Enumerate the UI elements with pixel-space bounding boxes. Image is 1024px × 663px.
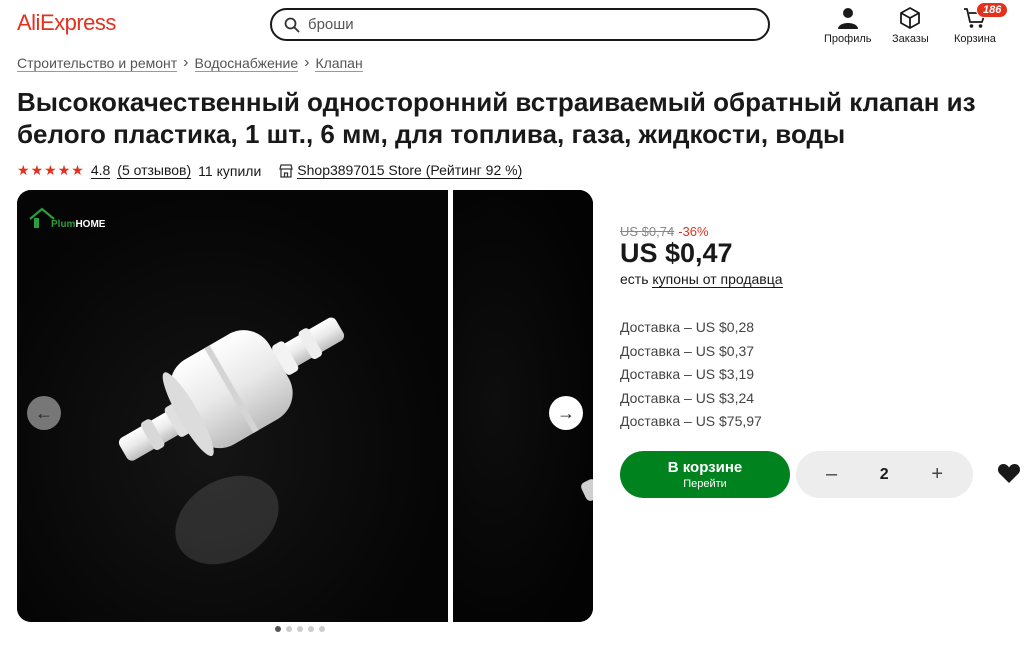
delivery-option[interactable]: Доставка – US $0,37: [620, 340, 762, 364]
store-icon: [279, 163, 294, 178]
orders-link[interactable]: Заказы: [892, 6, 929, 45]
valve-product-image: [118, 317, 345, 565]
sold-count: 11 купили: [198, 162, 262, 179]
product-gallery[interactable]: PlumHOME ← →: [17, 190, 593, 622]
breadcrumb-item-valve[interactable]: Клапан: [315, 55, 363, 72]
orders-label: Заказы: [892, 33, 929, 45]
current-price: US $0,47: [620, 238, 733, 268]
gallery-dot-4[interactable]: [308, 626, 314, 632]
gallery-main-image[interactable]: PlumHOME: [17, 190, 448, 622]
in-cart-button[interactable]: В корзине Перейти: [620, 451, 790, 498]
old-price-row: US $0,74 -36%: [620, 224, 709, 239]
old-price: US $0,74: [620, 224, 675, 239]
rating-value[interactable]: 4.8: [90, 162, 111, 179]
go-to-cart-label: Перейти: [683, 478, 727, 490]
star-icon: ★: [44, 162, 58, 178]
breadcrumb-item-water-supply[interactable]: Водоснабжение: [194, 55, 299, 72]
coupon-row: есть купоны от продавца: [620, 271, 783, 288]
star-icon: ★: [71, 162, 85, 178]
arrow-left-icon: ←: [35, 402, 53, 423]
rating-row: ★ ★ ★ ★ ★ 4.8 (5 отзывов) 11 купили Shop…: [17, 162, 523, 179]
star-icon: ★: [17, 162, 31, 178]
quantity-stepper[interactable]: – 2 +: [796, 451, 973, 498]
delivery-option[interactable]: Доставка – US $3,19: [620, 363, 762, 387]
breadcrumb: Строительство и ремонт › Водоснабжение ›…: [17, 54, 363, 72]
increase-quantity-button[interactable]: +: [931, 463, 943, 486]
quantity-value[interactable]: 2: [880, 466, 889, 484]
rating-stars: ★ ★ ★ ★ ★: [17, 162, 85, 179]
search-input[interactable]: [308, 16, 728, 33]
gallery-dot-1[interactable]: [275, 626, 281, 632]
delivery-option[interactable]: Доставка – US $75,97: [620, 410, 762, 434]
cart-label: Корзина: [954, 33, 996, 45]
chevron-right-icon: ›: [304, 54, 310, 71]
profile-label: Профиль: [824, 33, 872, 45]
star-icon: ★: [30, 162, 45, 178]
cart-count-badge: 186: [976, 2, 1009, 18]
gallery-next-button[interactable]: →: [549, 396, 583, 430]
reviews-link[interactable]: (5 отзывов): [117, 162, 192, 179]
gallery-dot-2[interactable]: [286, 626, 292, 632]
product-title: Высококачественный односторонний встраив…: [17, 87, 976, 149]
in-cart-label: В корзине: [667, 459, 743, 476]
star-icon: ★: [57, 162, 72, 178]
heart-icon[interactable]: [997, 462, 1021, 484]
decrease-quantity-button[interactable]: –: [826, 463, 837, 486]
gallery-dot-3[interactable]: [297, 626, 303, 632]
chevron-right-icon: ›: [183, 54, 189, 71]
arrow-right-icon: →: [557, 402, 575, 423]
seller-coupons-link[interactable]: купоны от продавца: [652, 271, 783, 288]
gallery-prev-button[interactable]: ←: [27, 396, 61, 430]
profile-icon: [837, 8, 858, 29]
aliexpress-logo[interactable]: AliExpress: [17, 10, 116, 36]
profile-link[interactable]: Профиль: [824, 6, 872, 45]
discount-badge: -36%: [678, 224, 709, 239]
search-icon: [284, 17, 300, 32]
gallery-dot-5[interactable]: [319, 626, 325, 632]
gallery-pagination: [275, 626, 325, 632]
delivery-options: Доставка – US $0,28 Доставка – US $0,37 …: [620, 316, 762, 434]
orders-box-icon: [900, 7, 921, 29]
breadcrumb-item-construction[interactable]: Строительство и ремонт: [17, 55, 178, 72]
delivery-option[interactable]: Доставка – US $3,24: [620, 387, 762, 411]
delivery-option[interactable]: Доставка – US $0,28: [620, 316, 762, 340]
search-bar[interactable]: [270, 8, 770, 41]
store-link[interactable]: Shop3897015 Store (Рейтинг 92 %): [297, 162, 523, 179]
coupon-prefix: есть: [620, 271, 649, 287]
